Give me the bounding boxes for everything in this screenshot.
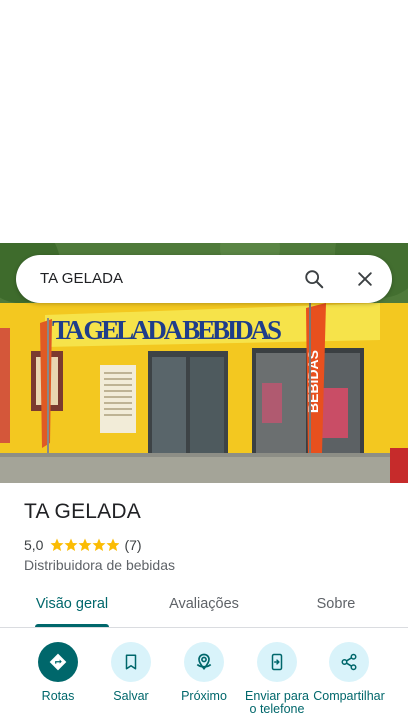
directions-circle — [38, 642, 78, 682]
directions-icon — [49, 653, 67, 671]
review-count: (7) — [124, 537, 142, 553]
nearby-label: Próximo — [181, 689, 227, 703]
nearby-button[interactable]: Próximo — [168, 640, 240, 703]
send-to-phone-button[interactable]: Enviar para o telefone — [241, 640, 313, 716]
place-page: TA GELADA BEBIDAS BEBIDAS TA GELADA TA G… — [0, 0, 408, 726]
nearby-circle — [184, 642, 224, 682]
share-icon — [341, 653, 357, 671]
place-category: Distribuidora de bebidas — [24, 557, 175, 573]
tab-bar: Visão geral Avaliações Sobre — [0, 586, 408, 628]
search-bar[interactable]: TA GELADA — [16, 255, 392, 303]
directions-label: Rotas — [41, 689, 75, 703]
action-bar: Rotas Salvar Próximo Enviar para o telef… — [0, 640, 408, 726]
star-icons — [50, 538, 120, 551]
tab-about[interactable]: Sobre — [296, 586, 376, 626]
tab-overview[interactable]: Visão geral — [20, 586, 124, 626]
close-button[interactable] — [349, 263, 381, 295]
rating-stars — [50, 538, 120, 552]
tab-reviews[interactable]: Avaliações — [150, 586, 258, 626]
send-to-phone-icon — [271, 653, 283, 671]
nearby-icon — [196, 653, 212, 670]
save-label: Salvar — [113, 689, 149, 703]
bookmark-icon — [125, 654, 137, 670]
share-button[interactable]: Compartilhar — [313, 640, 385, 703]
close-icon — [358, 272, 372, 286]
place-title: TA GELADA — [24, 500, 141, 523]
search-button[interactable] — [298, 263, 330, 295]
banner-text: BEBIDAS — [305, 350, 321, 413]
search-icon — [305, 270, 324, 289]
save-circle — [111, 642, 151, 682]
divider — [0, 627, 408, 628]
send-to-phone-circle — [257, 642, 297, 682]
send-to-phone-label: Enviar para o telefone — [245, 689, 309, 716]
save-button[interactable]: Salvar — [95, 640, 167, 703]
search-input[interactable]: TA GELADA — [40, 255, 123, 303]
share-label: Compartilhar — [313, 689, 385, 703]
sign-text: TA GELADA BEBIDAS — [52, 315, 282, 345]
share-circle — [329, 642, 369, 682]
rating-value: 5,0 — [24, 537, 44, 553]
rating-row[interactable]: 5,0 (7) — [24, 536, 142, 554]
directions-button[interactable]: Rotas — [22, 640, 94, 703]
